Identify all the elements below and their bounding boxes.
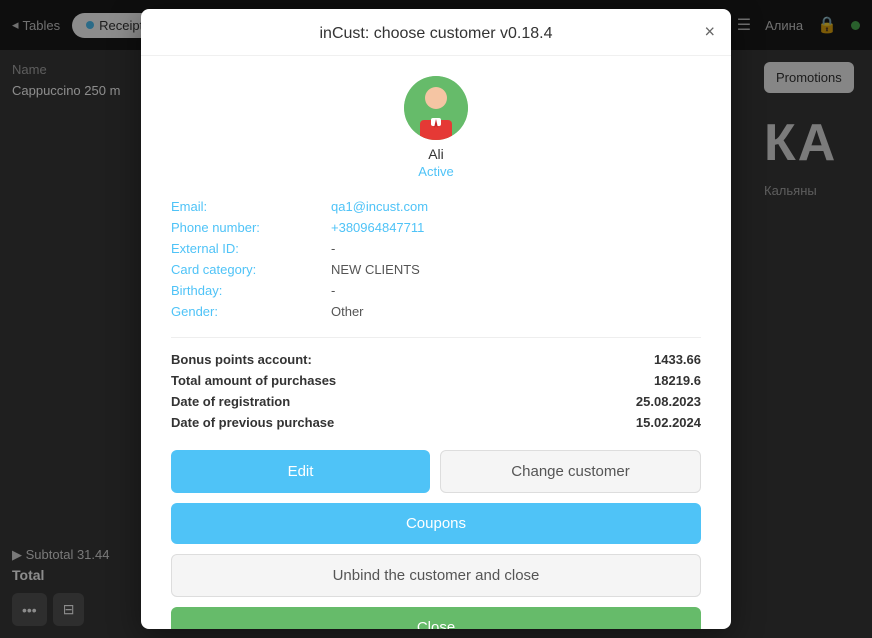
modal-close-button[interactable]: × bbox=[704, 22, 715, 43]
bonus-points-label: Bonus points account: bbox=[171, 352, 312, 367]
email-label: Email: bbox=[171, 199, 331, 214]
email-row: Email: qa1@incust.com bbox=[171, 199, 701, 214]
card-category-label: Card category: bbox=[171, 262, 331, 277]
card-category-value: NEW CLIENTS bbox=[331, 262, 420, 277]
coupons-button[interactable]: Coupons bbox=[171, 503, 701, 544]
edit-button[interactable]: Edit bbox=[171, 450, 430, 493]
registration-date-label: Date of registration bbox=[171, 394, 290, 409]
phone-label: Phone number: bbox=[171, 220, 331, 235]
birthday-label: Birthday: bbox=[171, 283, 331, 298]
stats-table: Bonus points account: 1433.66 Total amou… bbox=[171, 337, 701, 430]
bonus-points-row: Bonus points account: 1433.66 bbox=[171, 352, 701, 367]
phone-value: +380964847711 bbox=[331, 220, 424, 235]
modal-body: Ali Active Email: qa1@incust.com Phone n… bbox=[141, 56, 731, 629]
total-purchases-label: Total amount of purchases bbox=[171, 373, 336, 388]
change-customer-button[interactable]: Change customer bbox=[440, 450, 701, 493]
unbind-customer-button[interactable]: Unbind the customer and close bbox=[171, 554, 701, 597]
registration-date-value: 25.08.2023 bbox=[636, 394, 701, 409]
bonus-points-value: 1433.66 bbox=[654, 352, 701, 367]
registration-date-row: Date of registration 25.08.2023 bbox=[171, 394, 701, 409]
total-purchases-value: 18219.6 bbox=[654, 373, 701, 388]
customer-info-table: Email: qa1@incust.com Phone number: +380… bbox=[171, 199, 701, 319]
external-id-row: External ID: - bbox=[171, 241, 701, 256]
prev-purchase-label: Date of previous purchase bbox=[171, 415, 334, 430]
birthday-row: Birthday: - bbox=[171, 283, 701, 298]
choose-customer-modal: inCust: choose customer v0.18.4 × Ali bbox=[141, 9, 731, 629]
email-value: qa1@incust.com bbox=[331, 199, 428, 214]
external-id-label: External ID: bbox=[171, 241, 331, 256]
external-id-value: - bbox=[331, 241, 335, 256]
close-button[interactable]: Close bbox=[171, 607, 701, 629]
gender-row: Gender: Other bbox=[171, 304, 701, 319]
phone-row: Phone number: +380964847711 bbox=[171, 220, 701, 235]
prev-purchase-row: Date of previous purchase 15.02.2024 bbox=[171, 415, 701, 430]
prev-purchase-value: 15.02.2024 bbox=[636, 415, 701, 430]
modal-header: inCust: choose customer v0.18.4 × bbox=[141, 9, 731, 56]
avatar-status: Active bbox=[418, 164, 453, 179]
card-category-row: Card category: NEW CLIENTS bbox=[171, 262, 701, 277]
total-purchases-row: Total amount of purchases 18219.6 bbox=[171, 373, 701, 388]
avatar-section: Ali Active bbox=[171, 76, 701, 179]
gender-label: Gender: bbox=[171, 304, 331, 319]
avatar-svg bbox=[404, 76, 468, 140]
birthday-value: - bbox=[331, 283, 335, 298]
avatar-name: Ali bbox=[428, 146, 444, 162]
modal-title: inCust: choose customer v0.18.4 bbox=[319, 25, 552, 42]
edit-change-row: Edit Change customer bbox=[171, 450, 701, 493]
avatar bbox=[404, 76, 468, 140]
gender-value: Other bbox=[331, 304, 364, 319]
